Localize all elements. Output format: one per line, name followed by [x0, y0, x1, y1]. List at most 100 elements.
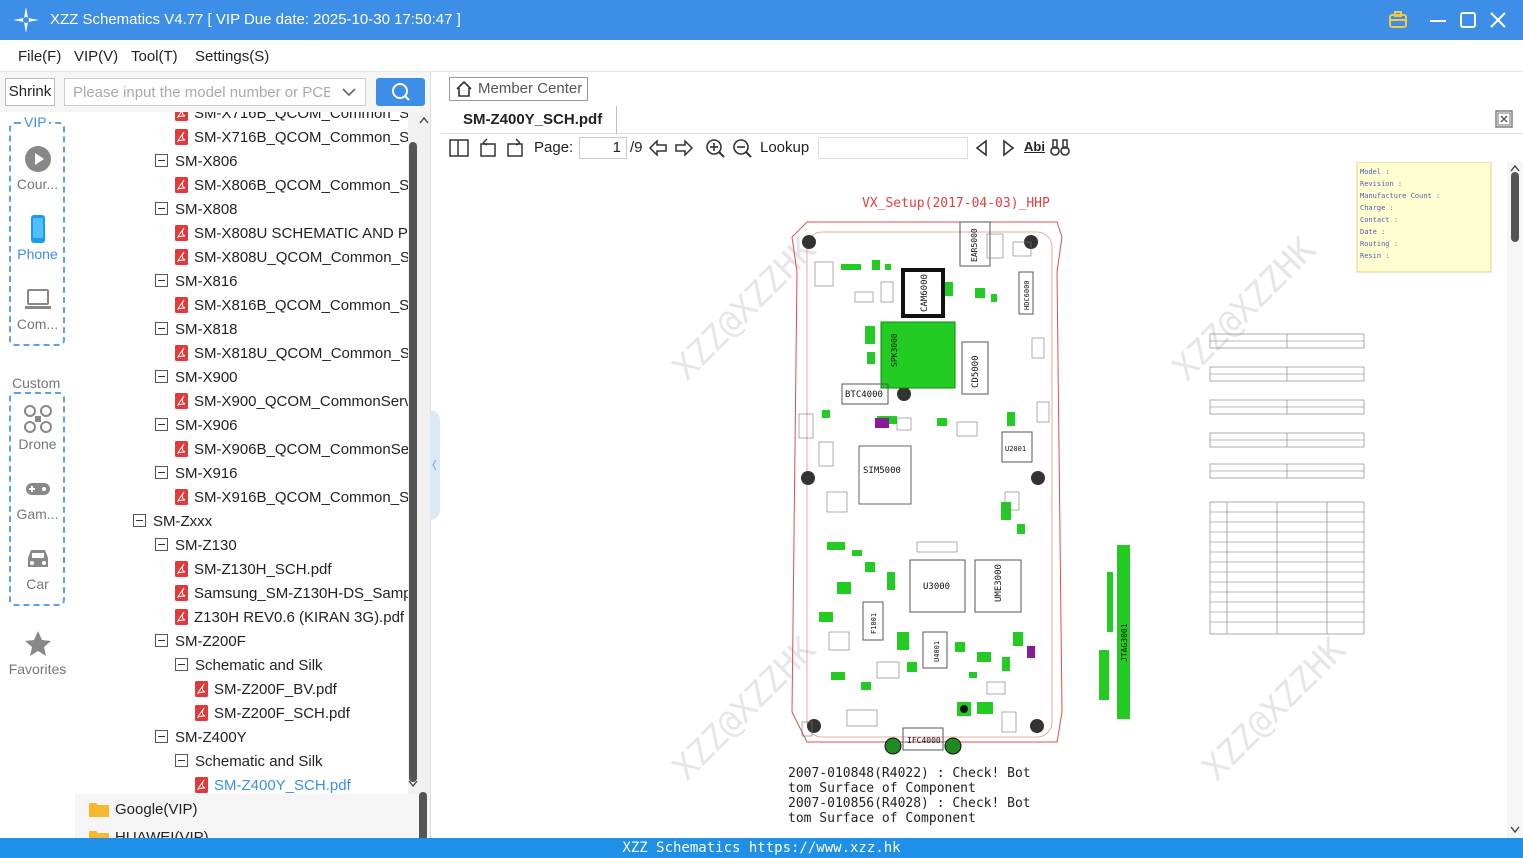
search-button[interactable] [376, 78, 425, 106]
collapse-toggle-icon[interactable] [155, 202, 168, 215]
tree-node-item[interactable]: SM-X806 [155, 150, 238, 174]
tree-node-item[interactable]: SM-X808 [155, 198, 238, 222]
match-case-toggle[interactable]: Abi [1024, 139, 1045, 154]
binoculars-icon[interactable] [1049, 137, 1071, 159]
find-next-icon[interactable] [997, 137, 1019, 159]
collapse-toggle-icon[interactable] [175, 658, 188, 671]
scroll-down-icon[interactable] [1510, 826, 1520, 834]
lookup-input[interactable] [818, 137, 968, 159]
title-bar: XZZ Schematics V4.77 [ VIP Due date: 202… [0, 0, 1523, 40]
svg-text:IFC4000: IFC4000 [907, 736, 941, 745]
search-input[interactable] [65, 79, 330, 105]
nav-computer[interactable]: Com... [0, 284, 75, 332]
collapse-toggle-icon[interactable] [155, 154, 168, 167]
chevron-down-icon[interactable] [341, 84, 357, 100]
collapse-toggle-icon[interactable] [155, 730, 168, 743]
tree-node-item[interactable]: Schematic and Silk [175, 654, 323, 678]
tree-item-label: SM-X916 [175, 465, 238, 482]
menu-tool[interactable]: Tool(T) [131, 48, 178, 65]
close-tab-icon[interactable] [1495, 110, 1513, 128]
tree-item-label: Schematic and Silk [195, 753, 323, 770]
next-page-icon[interactable] [673, 137, 695, 159]
tree-item-label: SM-X816 [175, 273, 238, 290]
tree-scroll-thumb-secondary[interactable] [419, 792, 427, 842]
collapse-toggle-icon[interactable] [155, 370, 168, 383]
nav-game[interactable]: Gam... [0, 474, 75, 522]
tree-node-item[interactable]: SM-Z130 [155, 534, 237, 558]
zoom-in-icon[interactable] [704, 137, 726, 159]
tree-item-label: SM-Z130 [175, 537, 237, 554]
scroll-down-icon[interactable] [408, 780, 418, 788]
nav-drone[interactable]: Drone [0, 404, 75, 452]
tree-file-item[interactable]: SM-X900_QCOM_CommonServi [175, 390, 408, 414]
tree-file-item[interactable]: SM-Z200F_SCH.pdf [195, 702, 350, 726]
tree-item-label: SM-Z200F_BV.pdf [214, 681, 337, 698]
collapse-toggle-icon[interactable] [155, 538, 168, 551]
minimize-icon[interactable] [1426, 8, 1450, 32]
menu-file[interactable]: File(F) [18, 48, 61, 65]
menu-settings[interactable]: Settings(S) [195, 48, 269, 65]
collapse-toggle-icon[interactable] [155, 634, 168, 647]
find-prev-icon[interactable] [971, 137, 993, 159]
member-center-button[interactable]: Member Center [449, 77, 588, 101]
tree-file-item[interactable]: SM-Z130H_SCH.pdf [175, 558, 332, 582]
tree-file-item[interactable]: Z130H REV0.6 (KIRAN 3G).pdf [175, 606, 404, 630]
tree-file-item[interactable]: SM-Z400Y_SCH.pdf [195, 774, 351, 794]
pdf-viewer[interactable]: XZZ@XZZHK XZZ@XZZHK XZZ@XZZHK XZZ@XZZHK … [457, 162, 1507, 838]
panel-collapse-handle[interactable] [430, 410, 440, 520]
close-icon[interactable] [1486, 8, 1510, 32]
scroll-up-icon[interactable] [1510, 164, 1520, 172]
tree-node-item[interactable]: SM-Z400Y [155, 726, 247, 750]
tree-file-item[interactable]: Samsung_SM-Z130H-DS_Sampl [175, 582, 408, 606]
tree-file-item[interactable]: SM-X808U SCHEMATIC AND PC [175, 222, 408, 246]
tree-file-item[interactable]: SM-X906B_QCOM_CommonSer [175, 438, 408, 462]
collapse-toggle-icon[interactable] [155, 418, 168, 431]
viewer-scroll-thumb[interactable] [1511, 172, 1519, 242]
collapse-toggle-icon[interactable] [155, 322, 168, 335]
tree-node-item[interactable]: SM-Z200F [155, 630, 246, 654]
nav-phone[interactable]: Phone [0, 214, 75, 262]
zoom-out-icon[interactable] [731, 137, 753, 159]
tree-scrollbar[interactable] [408, 112, 430, 842]
rotate-left-icon[interactable] [477, 137, 499, 159]
tree-file-item[interactable]: SM-X818U_QCOM_Common_Se [175, 342, 408, 366]
svg-text:UME3000: UME3000 [994, 564, 1004, 602]
tree-file-item[interactable]: SM-Z200F_BV.pdf [195, 678, 337, 702]
tree-node-item[interactable]: SM-X818 [155, 318, 238, 342]
nav-favorites[interactable]: Favorites [0, 629, 75, 677]
tree-node-item[interactable]: SM-X816 [155, 270, 238, 294]
folder-google[interactable]: Google(VIP) [75, 796, 408, 824]
menu-vip[interactable]: VIP(V) [74, 48, 118, 65]
maximize-icon[interactable] [1456, 8, 1480, 32]
scroll-up-icon[interactable] [419, 116, 429, 124]
briefcase-icon[interactable] [1386, 8, 1410, 32]
tab-document[interactable]: SM-Z400Y_SCH.pdf [449, 106, 617, 134]
tree-node-item[interactable]: SM-X900 [155, 366, 238, 390]
tree-file-item[interactable]: SM-X716B_QCOM_Common_Se [175, 112, 408, 126]
tree-node-item[interactable]: SM-X906 [155, 414, 238, 438]
viewer-scrollbar[interactable] [1507, 162, 1523, 838]
tree-file-item[interactable]: SM-X816B_QCOM_Common_Se [175, 294, 408, 318]
tree-item-label: SM-X716B_QCOM_Common_Se [194, 129, 408, 146]
collapse-toggle-icon[interactable] [175, 754, 188, 767]
page-input[interactable]: 1 [579, 137, 627, 159]
collapse-toggle-icon[interactable] [133, 514, 146, 527]
collapse-toggle-icon[interactable] [155, 466, 168, 479]
rotate-right-icon[interactable] [504, 137, 526, 159]
nav-car[interactable]: Car [0, 544, 75, 592]
tree-file-item[interactable]: SM-X806B_QCOM_Common_Se [175, 174, 408, 198]
tree-scroll-thumb[interactable] [409, 142, 417, 782]
collapse-toggle-icon[interactable] [155, 274, 168, 287]
tree-file-item[interactable]: SM-X916B_QCOM_Common_Se [175, 486, 408, 510]
tree-node-item[interactable]: SM-Zxxx [133, 510, 212, 534]
tree-file-item[interactable]: SM-X716B_QCOM_Common_Se [175, 126, 408, 150]
tree-node-item[interactable]: Schematic and Silk [175, 750, 323, 774]
shrink-button[interactable]: Shrink [5, 78, 55, 106]
tree-node-item[interactable]: SM-X916 [155, 462, 238, 486]
folder-huawei[interactable]: HUAWEI(VIP) [75, 824, 408, 838]
tree-item-label: SM-Zxxx [153, 513, 213, 530]
tree-file-item[interactable]: SM-X808U_QCOM_Common_Se [175, 246, 408, 270]
prev-page-icon[interactable] [647, 137, 669, 159]
sidebar-toggle-icon[interactable] [448, 137, 470, 159]
nav-course[interactable]: Cour... [0, 144, 75, 192]
